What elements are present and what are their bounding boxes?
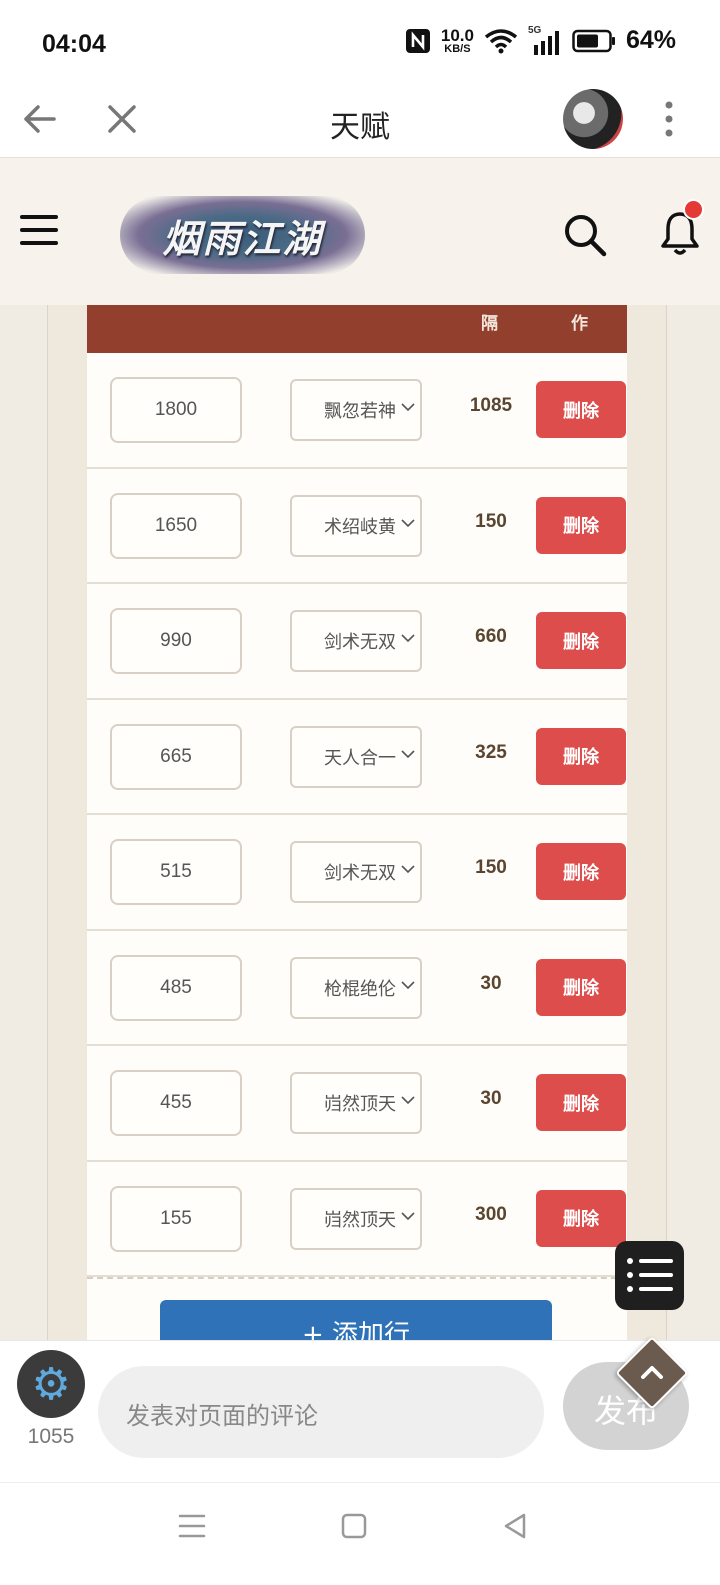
interval-value: 1085	[469, 395, 513, 416]
content-area: 隔 作 1800 飘忽若神 1085 删除 1650 术绍岐黄 150 删除 990 剑术无双 66…	[0, 305, 720, 1340]
table-row: 515 剑术无双 150 删除	[87, 815, 627, 931]
talent-select[interactable]: 天人合一	[290, 725, 422, 788]
site-header: 烟雨江湖	[0, 158, 720, 305]
recent-apps-icon[interactable]	[178, 1513, 206, 1539]
status-time: 04:04	[42, 30, 106, 58]
table-body: 1800 飘忽若神 1085 删除 1650 术绍岐黄 150 删除 990 剑术无双 660 删除 6…	[87, 353, 627, 1277]
battery-icon	[572, 29, 615, 52]
add-row-area: + 添加行	[87, 1277, 627, 1340]
value-input[interactable]: 665	[110, 723, 242, 790]
talent-select-value: 枪棍绝伦	[324, 978, 396, 1000]
talent-select-value: 剑术无双	[324, 863, 396, 884]
interval-value: 150	[475, 510, 507, 532]
add-row-button[interactable]: + 添加行	[160, 1300, 552, 1340]
table-row: 155 岿然顶天 300 删除	[87, 1161, 627, 1277]
talent-select-value: 飘忽若神	[324, 401, 396, 422]
table-row: 485 枪棍绝伦 30 删除	[87, 930, 627, 1046]
hamburger-menu-icon[interactable]	[20, 213, 60, 247]
comment-count: 1055	[27, 1425, 75, 1448]
notification-badge	[683, 199, 704, 220]
table-header: 隔 作	[87, 305, 627, 353]
talent-select[interactable]: 术绍岐黄	[290, 494, 422, 557]
header-action: 作	[571, 314, 588, 334]
table-row: 1650 术绍岐黄 150 删除	[87, 468, 627, 584]
site-logo[interactable]: 烟雨江湖	[120, 196, 365, 274]
delete-button[interactable]: 删除	[536, 958, 626, 1016]
talent-select[interactable]: 飘忽若神	[290, 379, 422, 441]
delete-button[interactable]: 删除	[536, 1189, 626, 1247]
chevron-down-icon	[400, 630, 416, 646]
comment-bar: ⚙ 1055 发表对页面的评论 发布	[0, 1340, 720, 1482]
chevron-down-icon	[400, 861, 416, 877]
talent-select[interactable]: 枪棍绝伦	[290, 956, 422, 1019]
value-input[interactable]: 1800	[110, 377, 242, 443]
delete-button[interactable]: 删除	[536, 381, 626, 438]
more-vertical-icon[interactable]	[663, 100, 675, 138]
battery-percent: 64%	[625, 26, 676, 54]
talent-table: 隔 作 1800 飘忽若神 1085 删除 1650 术绍岐黄 150 删除 990 剑术无双 66…	[87, 305, 627, 1340]
value-input[interactable]: 990	[110, 608, 242, 674]
app-bar: 天赋	[0, 80, 720, 158]
value-input[interactable]: 155	[110, 1185, 242, 1252]
talent-select[interactable]: 岿然顶天	[290, 1072, 422, 1134]
talent-select[interactable]: 剑术无双	[290, 610, 422, 672]
value-input[interactable]: 515	[110, 839, 242, 905]
chevron-up-icon	[641, 1366, 663, 1379]
chevron-down-icon	[400, 1207, 416, 1224]
talent-select-value: 岿然顶天	[324, 1094, 396, 1115]
interval-value: 30	[480, 972, 502, 994]
interval-value: 300	[475, 1203, 507, 1225]
table-row: 665 天人合一 325 删除	[87, 699, 627, 815]
delete-button[interactable]: 删除	[536, 843, 626, 900]
chevron-down-icon	[400, 514, 416, 531]
nfc-icon	[405, 28, 430, 53]
floating-list-menu-button[interactable]	[615, 1241, 684, 1310]
table-row: 990 剑术无双 660 删除	[87, 584, 627, 700]
system-nav-bar	[0, 1482, 720, 1585]
interval-value: 660	[475, 626, 507, 647]
talent-select-value: 剑术无双	[324, 632, 396, 653]
signal-icon: 5G	[528, 25, 562, 55]
search-icon[interactable]	[563, 213, 607, 257]
chevron-down-icon	[400, 745, 416, 762]
interval-value: 325	[475, 741, 507, 763]
talent-select-value: 天人合一	[324, 747, 396, 769]
talent-select[interactable]: 剑术无双	[290, 841, 422, 903]
avatar[interactable]	[563, 89, 623, 149]
wifi-icon	[484, 28, 518, 53]
settings-gear-icon[interactable]: ⚙	[17, 1350, 85, 1418]
chevron-down-icon	[400, 399, 416, 415]
talent-select[interactable]: 岿然顶天	[290, 1187, 422, 1250]
net-speed: 10.0 KB/S	[440, 25, 474, 55]
delete-button[interactable]: 删除	[536, 727, 626, 785]
talent-select-value: 岿然顶天	[324, 1209, 396, 1231]
comment-input[interactable]: 发表对页面的评论	[98, 1366, 544, 1458]
table-row: 1800 飘忽若神 1085 删除	[87, 353, 627, 469]
chevron-down-icon	[400, 1092, 416, 1108]
delete-button[interactable]: 删除	[536, 496, 626, 554]
back-nav-icon[interactable]	[502, 1512, 528, 1540]
value-input[interactable]: 485	[110, 954, 242, 1021]
chevron-down-icon	[400, 976, 416, 993]
talent-select-value: 术绍岐黄	[324, 516, 396, 538]
delete-button[interactable]: 删除	[536, 1074, 626, 1131]
status-bar: 04:04 10.0 KB/S 5G 64%	[0, 0, 720, 80]
interval-value: 150	[475, 857, 507, 878]
table-row: 455 岿然顶天 30 删除	[87, 1046, 627, 1162]
value-input[interactable]: 455	[110, 1070, 242, 1136]
home-icon[interactable]	[341, 1513, 367, 1539]
status-icons: 10.0 KB/S 5G 64%	[405, 25, 676, 55]
header-interval: 隔	[481, 314, 498, 334]
delete-button[interactable]: 删除	[536, 612, 626, 669]
value-input[interactable]: 1650	[110, 492, 242, 559]
interval-value: 30	[480, 1088, 502, 1109]
